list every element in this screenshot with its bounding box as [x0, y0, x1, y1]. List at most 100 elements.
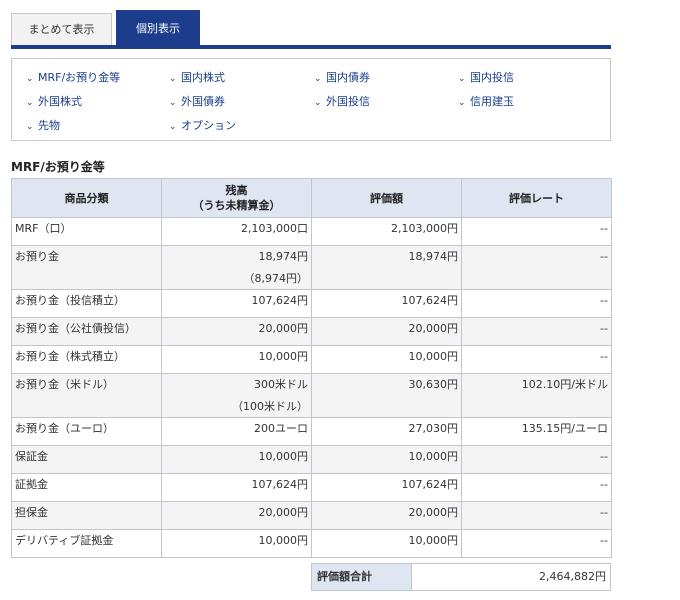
row-category: MRF（口） [11, 217, 162, 246]
nav-link-foreign-funds[interactable]: ⌄ 外国投信 [314, 93, 370, 109]
nav-link-label: 外国株式 [38, 95, 82, 108]
row-category: 証拠金 [11, 473, 162, 502]
nav-link-label: 信用建玉 [470, 95, 514, 108]
row-category: デリバティブ証拠金 [11, 529, 162, 558]
nav-link-domestic-funds[interactable]: ⌄ 国内投信 [458, 69, 514, 85]
nav-link-label: 国内債券 [326, 71, 370, 84]
row-value: 30,630円 [311, 373, 462, 418]
chevron-down-icon: ⌄ [169, 98, 177, 108]
row-balance: 10,000円 [161, 529, 312, 558]
table-row: お預り金（ユーロ） 200ユーロ 27,030円 135.15円/ユーロ [11, 417, 612, 446]
table-row: お預り金（株式積立） 10,000円 10,000円 -- [11, 345, 612, 374]
nav-link-label: 国内投信 [470, 71, 514, 84]
row-value: 27,030円 [311, 417, 462, 446]
row-balance-unsettled: （8,974円） [243, 272, 309, 285]
chevron-down-icon: ⌄ [169, 122, 177, 132]
row-value: 107,624円 [311, 473, 462, 502]
row-balance: 20,000円 [161, 501, 312, 530]
row-balance-unsettled: （100米ドル） [232, 400, 308, 413]
nav-link-mrf[interactable]: ⌄ MRF/お預り金等 [26, 69, 120, 85]
row-rate: -- [461, 501, 612, 530]
table-row: 担保金 20,000円 20,000円 -- [11, 501, 612, 530]
chevron-down-icon: ⌄ [26, 122, 34, 132]
row-value: 107,624円 [311, 289, 462, 318]
row-category: お預り金 [11, 245, 162, 290]
nav-link-domestic-bonds[interactable]: ⌄ 国内債券 [314, 69, 370, 85]
tab-underline [11, 45, 611, 49]
row-balance: 107,624円 [161, 289, 312, 318]
chevron-down-icon: ⌄ [314, 74, 322, 84]
row-rate: -- [461, 473, 612, 502]
column-header-category: 商品分類 [11, 178, 162, 218]
column-header-balance-label: 残高 [225, 184, 248, 197]
row-rate: -- [461, 445, 612, 474]
chevron-down-icon: ⌄ [169, 74, 177, 84]
chevron-down-icon: ⌄ [26, 74, 34, 84]
row-rate: 135.15円/ユーロ [461, 417, 612, 446]
nav-link-label: 先物 [38, 119, 60, 132]
chevron-down-icon: ⌄ [458, 74, 466, 84]
nav-link-foreign-stocks[interactable]: ⌄ 外国株式 [26, 93, 82, 109]
row-category: お預り金（ユーロ） [11, 417, 162, 446]
row-category: 担保金 [11, 501, 162, 530]
row-rate: 102.10円/米ドル [461, 373, 612, 418]
row-category: お預り金（米ドル） [11, 373, 162, 418]
column-header-unsettled-label: （うち未精算金） [192, 199, 281, 212]
row-value: 10,000円 [311, 529, 462, 558]
column-header-balance: 残高 （うち未精算金） [161, 178, 312, 218]
row-value: 10,000円 [311, 345, 462, 374]
balance-table: 商品分類 残高 （うち未精算金） 評価額 評価レート MRF（口） 2,103,0… [11, 178, 612, 558]
row-value: 2,103,000円 [311, 217, 462, 246]
row-rate: -- [461, 217, 612, 246]
row-category: お預り金（株式積立） [11, 345, 162, 374]
column-header-value: 評価額 [311, 178, 462, 218]
row-rate: -- [461, 245, 612, 290]
nav-link-label: オプション [181, 119, 236, 132]
tab-summary-view[interactable]: まとめて表示 [11, 13, 112, 45]
table-row: お預り金（米ドル） 300米ドル （100米ドル） 30,630円 102.10円… [11, 373, 612, 418]
chevron-down-icon: ⌄ [26, 98, 34, 108]
nav-link-futures[interactable]: ⌄ 先物 [26, 117, 60, 133]
nav-link-label: MRF/お預り金等 [38, 71, 121, 84]
row-balance: 300米ドル （100米ドル） [161, 373, 312, 418]
table-row: 保証金 10,000円 10,000円 -- [11, 445, 612, 474]
section-title: MRF/お預り金等 [11, 160, 105, 174]
row-category: 保証金 [11, 445, 162, 474]
row-balance: 20,000円 [161, 317, 312, 346]
row-balance: 107,624円 [161, 473, 312, 502]
chevron-down-icon: ⌄ [314, 98, 322, 108]
row-category: お預り金（公社債投信） [11, 317, 162, 346]
nav-link-label: 外国債券 [181, 95, 225, 108]
table-row: お預り金（公社債投信） 20,000円 20,000円 -- [11, 317, 612, 346]
row-value: 20,000円 [311, 501, 462, 530]
total-label: 評価額合計 [312, 564, 412, 590]
row-value: 10,000円 [311, 445, 462, 474]
row-rate: -- [461, 289, 612, 318]
table-header-row: 商品分類 残高 （うち未精算金） 評価額 評価レート [11, 178, 612, 218]
row-rate: -- [461, 345, 612, 374]
total-valuation: 評価額合計 2,464,882円 [311, 563, 611, 591]
row-balance: 10,000円 [161, 445, 312, 474]
nav-link-foreign-bonds[interactable]: ⌄ 外国債券 [169, 93, 225, 109]
table-row: MRF（口） 2,103,000口 2,103,000円 -- [11, 217, 612, 246]
chevron-down-icon: ⌄ [458, 98, 466, 108]
view-tabs: まとめて表示 個別表示 [11, 10, 611, 49]
nav-link-domestic-stocks[interactable]: ⌄ 国内株式 [169, 69, 225, 85]
table-row: お預り金 18,974円 （8,974円） 18,974円 -- [11, 245, 612, 290]
nav-link-margin-positions[interactable]: ⌄ 信用建玉 [458, 93, 514, 109]
category-nav: ⌄ MRF/お預り金等 ⌄ 国内株式 ⌄ 国内債券 ⌄ 国内投信 ⌄ 外国株式 ⌄ 外国債券… [11, 58, 611, 141]
nav-link-label: 外国投信 [326, 95, 370, 108]
nav-link-options[interactable]: ⌄ オプション [169, 117, 236, 133]
row-balance-main: 300米ドル [254, 378, 308, 391]
row-value: 18,974円 [311, 245, 462, 290]
row-balance: 10,000円 [161, 345, 312, 374]
row-balance: 2,103,000口 [161, 217, 312, 246]
column-header-rate: 評価レート [461, 178, 612, 218]
table-row: お預り金（投信積立） 107,624円 107,624円 -- [11, 289, 612, 318]
table-row: 証拠金 107,624円 107,624円 -- [11, 473, 612, 502]
tab-individual-view[interactable]: 個別表示 [116, 10, 200, 45]
row-balance: 18,974円 （8,974円） [161, 245, 312, 290]
row-balance-main: 18,974円 [258, 250, 309, 263]
row-category: お預り金（投信積立） [11, 289, 162, 318]
table-row: デリバティブ証拠金 10,000円 10,000円 -- [11, 529, 612, 558]
